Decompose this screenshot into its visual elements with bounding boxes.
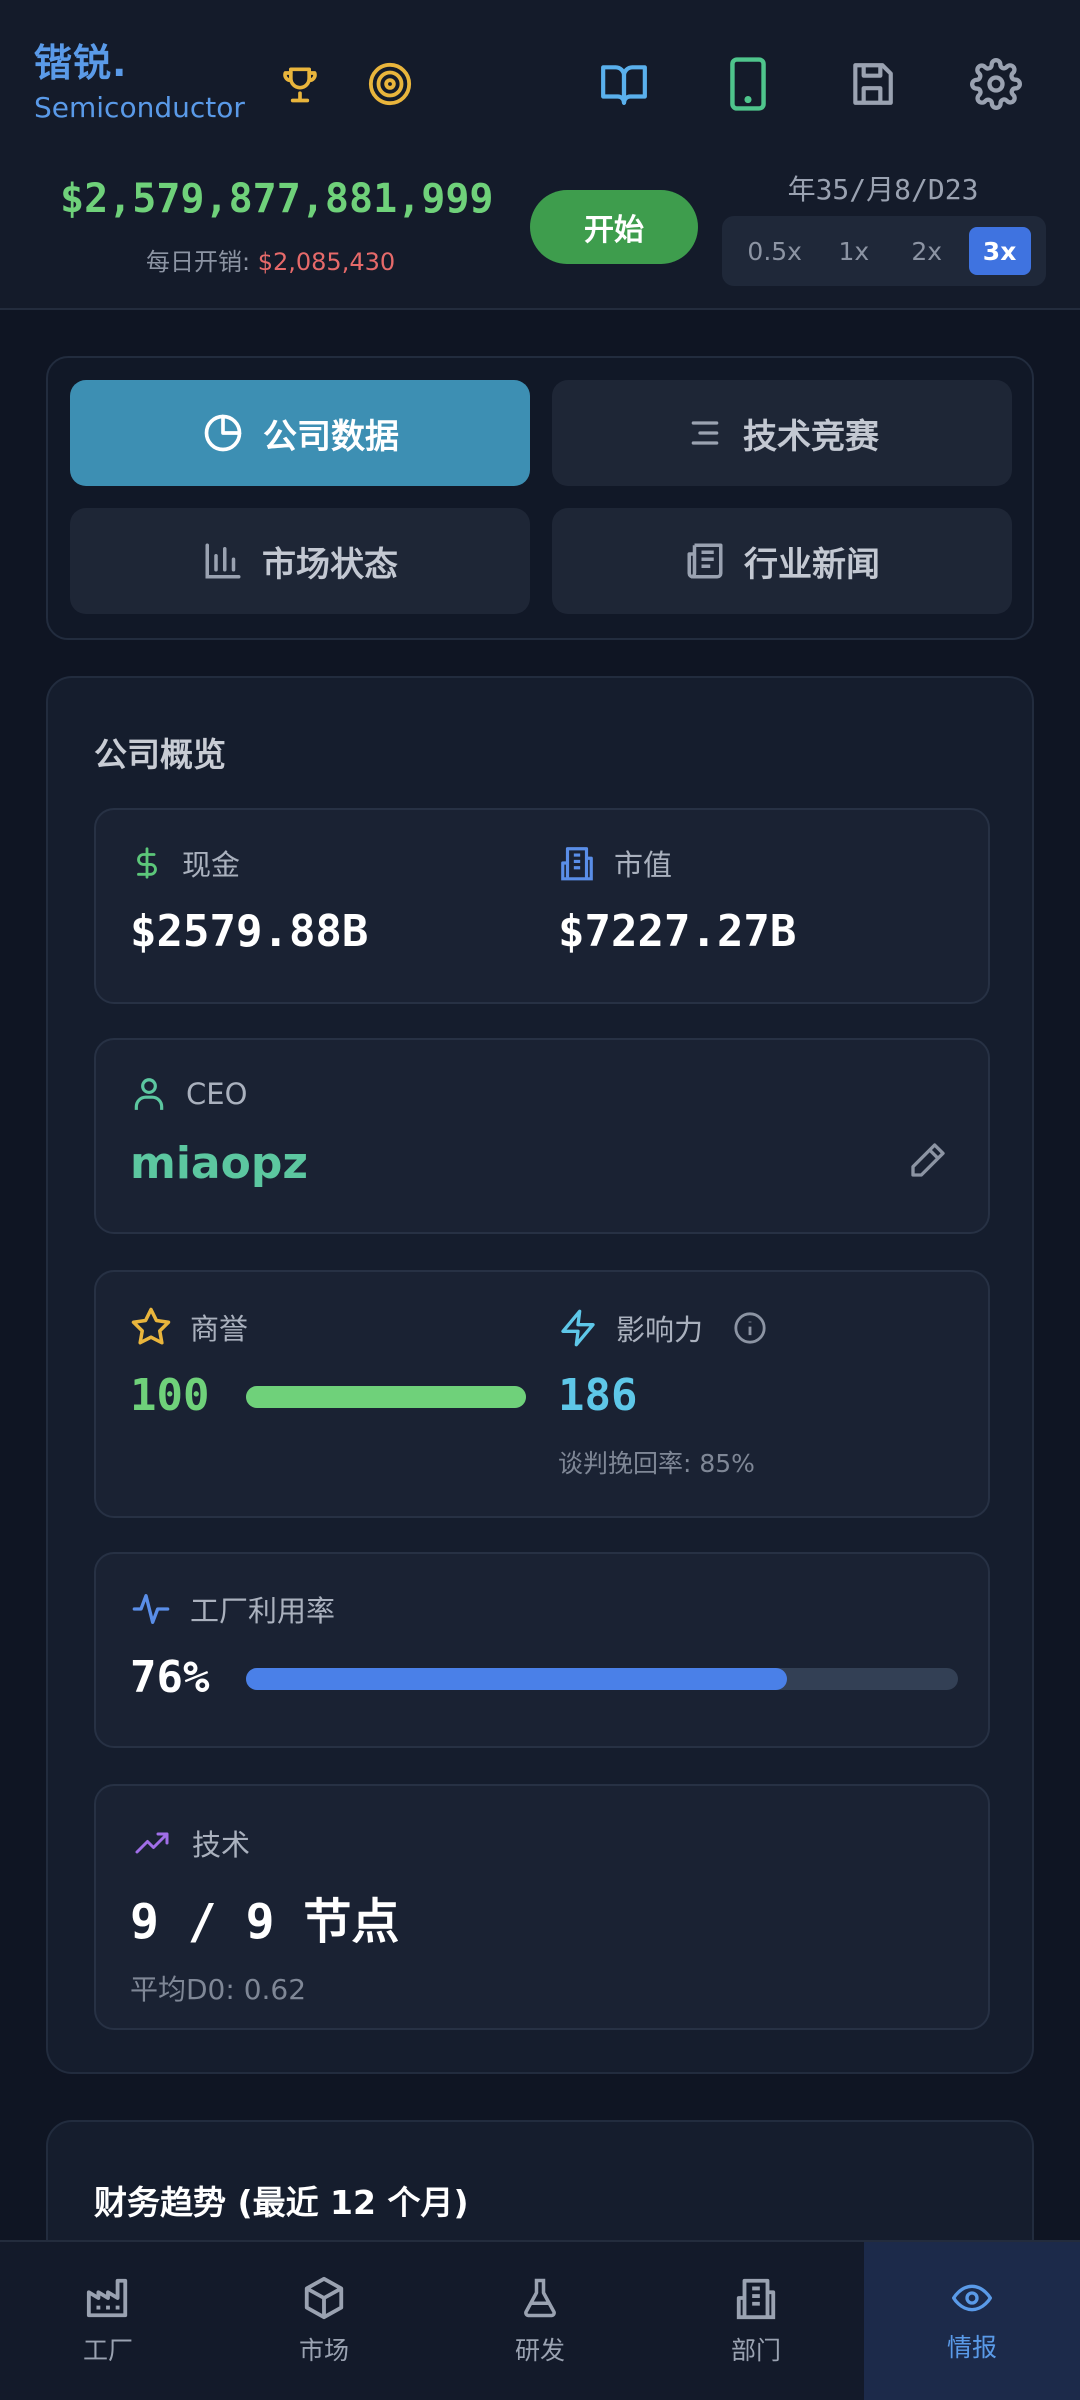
ceo-name: miaopz — [130, 1138, 308, 1189]
tab-industry-news-label: 行业新闻 — [744, 544, 880, 585]
reputation-bar — [246, 1386, 526, 1408]
brand-name-cn: 锴锐. — [34, 41, 128, 85]
trending-up-icon — [135, 1832, 169, 1854]
nav-market[interactable]: 市场 — [216, 2242, 432, 2400]
info-icon[interactable] — [733, 1311, 767, 1345]
tab-company-data-label: 公司数据 — [263, 416, 399, 457]
speed-1x-button[interactable]: 1x — [823, 227, 885, 275]
cash-label: 现金 — [182, 848, 241, 882]
reputation-label: 商誉 — [190, 1312, 249, 1346]
influence-value: 186 — [558, 1370, 638, 1421]
ceo-panel: CEO miaopz — [94, 1038, 990, 1234]
nav-research[interactable]: 研发 — [432, 2242, 648, 2400]
speed-2x-button[interactable]: 2x — [896, 227, 958, 275]
tab-tech-race-label: 技术竞赛 — [743, 416, 879, 457]
factory-icon — [86, 2278, 128, 2318]
negotiation-rate: 谈判挽回率: 85% — [558, 1449, 755, 1478]
save-icon[interactable] — [840, 52, 904, 116]
tab-tech-race[interactable]: 技术竞赛 — [552, 380, 1012, 486]
lightning-icon — [561, 1309, 595, 1347]
market-cap-value: $7227.27B — [558, 906, 797, 957]
cash-value: $2579.88B — [130, 906, 369, 957]
market-cap-label-row: 市值 — [558, 842, 672, 884]
brand-name-en: Semiconductor — [34, 91, 245, 124]
bar-chart-icon — [205, 543, 241, 579]
nav-departments-label: 部门 — [730, 2336, 781, 2365]
influence-label-row: 影响力 — [558, 1306, 767, 1350]
nav-research-label: 研发 — [514, 2336, 565, 2365]
influence-label: 影响力 — [616, 1313, 704, 1347]
daily-expense-value: $2,085,430 — [257, 248, 396, 276]
daily-expense: 每日开销: $2,085,430 — [146, 242, 395, 277]
reputation-bar-fill — [246, 1386, 526, 1408]
reputation-influence-panel: 商誉 100 影响力 186 谈判挽回率: 85% — [94, 1270, 990, 1518]
speed-3x-button[interactable]: 3x — [968, 227, 1031, 275]
brand-logo: 锴锐. Semiconductor — [34, 40, 245, 126]
speed-selector: 0.5x 1x 2x 3x — [722, 216, 1046, 286]
nav-market-label: 市场 — [298, 2336, 349, 2365]
box-icon — [304, 2276, 344, 2320]
ceo-label-row: CEO — [130, 1074, 247, 1114]
nav-factory[interactable]: 工厂 — [0, 2242, 216, 2400]
utilization-value: 76% — [130, 1652, 210, 1703]
reputation-value: 100 — [130, 1370, 210, 1421]
nav-factory-label: 工厂 — [82, 2336, 133, 2365]
trophy-icon[interactable] — [268, 52, 332, 116]
nav-intel[interactable]: 情报 — [864, 2242, 1080, 2400]
company-overview-card: 公司概览 现金 $2579.88B 市值 $7227.27B CEO miaop… — [46, 676, 1034, 2074]
tab-industry-news[interactable]: 行业新闻 — [552, 508, 1012, 614]
start-button[interactable]: 开始 — [530, 190, 698, 264]
overview-title: 公司概览 — [94, 735, 226, 774]
nav-intel-label: 情报 — [946, 2333, 997, 2362]
technology-d0: 平均D0: 0.62 — [130, 1973, 307, 2006]
edit-icon[interactable] — [908, 1140, 948, 1180]
dollar-icon — [137, 847, 157, 879]
nav-departments[interactable]: 部门 — [648, 2242, 864, 2400]
utilization-label: 工厂利用率 — [190, 1594, 336, 1628]
tab-market-status-label: 市场状态 — [262, 544, 398, 585]
game-date: 年35/月8/D23 — [787, 173, 979, 206]
activity-icon — [132, 1594, 170, 1624]
utilization-panel: 工厂利用率 76% — [94, 1552, 990, 1748]
speed-0-5x-button[interactable]: 0.5x — [737, 227, 812, 275]
list-icon — [691, 421, 719, 445]
tablet-icon[interactable] — [716, 52, 780, 116]
finance-trend-title: 财务趋势 (最近 12 个月) — [94, 2183, 469, 2222]
flask-icon — [524, 2278, 556, 2318]
top-header: 锴锐. Semiconductor $2,579,877,881,999 每日开… — [0, 0, 1080, 310]
book-icon[interactable] — [592, 52, 656, 116]
pie-chart-icon — [204, 414, 242, 452]
technology-label: 技术 — [192, 1828, 251, 1862]
bottom-navigation: 工厂 市场 研发 部门 情报 — [0, 2240, 1080, 2400]
utilization-label-row: 工厂利用率 — [130, 1588, 335, 1630]
technology-nodes: 9 / 9 节点 — [130, 1894, 400, 1950]
daily-expense-label: 每日开销: — [146, 248, 258, 276]
cash-balance: $2,579,877,881,999 — [60, 176, 494, 222]
cash-label-row: 现金 — [130, 842, 240, 884]
utilization-bar — [246, 1668, 958, 1690]
technology-label-row: 技术 — [130, 1822, 250, 1864]
section-tabs: 公司数据 技术竞赛 市场状态 行业新闻 — [46, 356, 1034, 640]
utilization-bar-fill — [246, 1668, 787, 1690]
building-icon — [561, 847, 593, 881]
target-icon[interactable] — [358, 52, 422, 116]
eye-icon — [952, 2284, 992, 2312]
market-cap-label: 市值 — [614, 848, 673, 882]
building-icon — [736, 2278, 776, 2320]
user-icon — [134, 1078, 164, 1110]
technology-panel: 技术 9 / 9 节点 平均D0: 0.62 — [94, 1784, 990, 2030]
tab-market-status[interactable]: 市场状态 — [70, 508, 530, 614]
ceo-label: CEO — [186, 1077, 248, 1111]
cash-marketcap-panel: 现金 $2579.88B 市值 $7227.27B — [94, 808, 990, 1004]
gear-icon[interactable] — [964, 52, 1028, 116]
newspaper-icon — [687, 543, 723, 579]
reputation-label-row: 商誉 — [130, 1306, 248, 1348]
star-icon — [131, 1307, 171, 1345]
tab-company-data[interactable]: 公司数据 — [70, 380, 530, 486]
